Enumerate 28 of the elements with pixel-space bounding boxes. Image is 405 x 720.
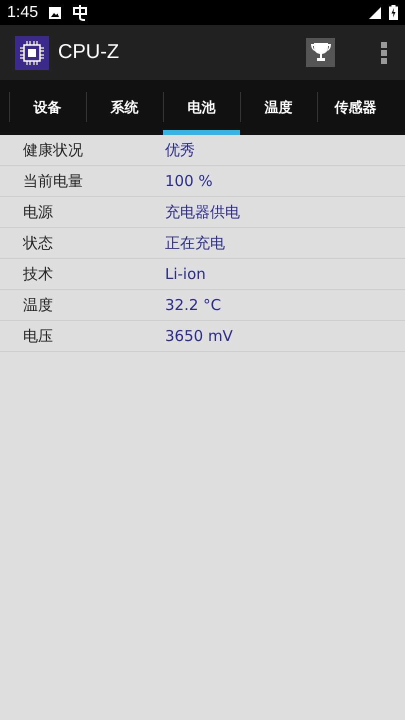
property-value: 32.2 °C (165, 296, 222, 314)
tab[interactable]: 温度 (240, 80, 317, 135)
tab[interactable]: 传感器 (317, 80, 394, 135)
property-label: 电压 (22, 326, 54, 346)
battery-charging-icon (389, 5, 398, 20)
image-icon (48, 6, 62, 20)
property-label: 状态 (22, 234, 54, 252)
tab[interactable]: 设备 (9, 80, 86, 135)
property-label: 技术 (22, 264, 54, 284)
tab[interactable]: 电池 (163, 80, 240, 135)
clock-time: 1:45 (7, 4, 38, 22)
property-value: 优秀 (165, 140, 195, 160)
trophy-button[interactable] (306, 38, 335, 67)
property-value: Li-ion (165, 265, 206, 283)
property-value: 充电器供电 (165, 202, 240, 222)
app-title: CPU-Z (58, 41, 120, 64)
overflow-menu-icon (381, 42, 387, 64)
signal-icon (369, 6, 381, 18)
property-label: 温度 (22, 296, 54, 314)
property-label: 健康状况 (22, 140, 84, 160)
tab[interactable]: 系统 (86, 80, 163, 135)
property-value: 3650 mV (165, 327, 233, 345)
app-logo-icon (15, 36, 49, 70)
property-value: 正在充电 (165, 234, 225, 252)
trophy-icon (310, 42, 330, 64)
property-label: 当前电量 (22, 172, 84, 190)
property-label: 电源 (22, 202, 54, 222)
property-value: 100 % (165, 172, 213, 190)
